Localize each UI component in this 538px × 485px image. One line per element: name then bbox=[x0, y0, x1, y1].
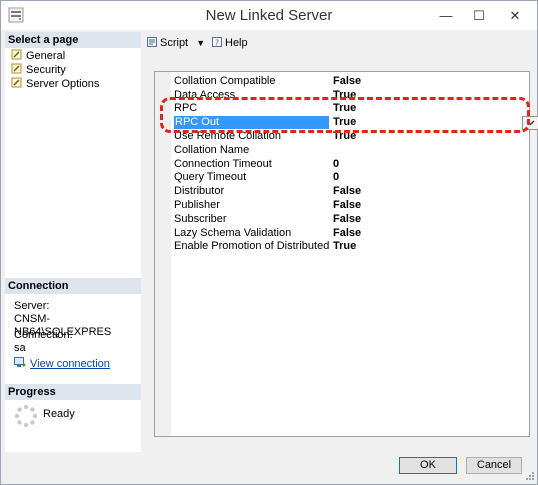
property-name: Collation Compatible bbox=[174, 75, 276, 87]
page-item-label: General bbox=[26, 50, 66, 62]
resize-grip-icon[interactable] bbox=[523, 469, 535, 481]
connection-header: Connection bbox=[5, 278, 141, 294]
property-value[interactable]: False bbox=[333, 227, 493, 240]
page-item-security[interactable]: Security bbox=[11, 63, 66, 77]
view-connection-icon bbox=[14, 357, 26, 367]
title-bar: New Linked Server — ☐ ✕ bbox=[1, 1, 537, 30]
progress-header: Progress bbox=[5, 384, 141, 400]
help-label: Help bbox=[225, 37, 248, 49]
ok-button[interactable]: OK bbox=[399, 457, 457, 474]
view-connection-label[interactable]: View connection bbox=[30, 358, 110, 370]
page-item-label: Security bbox=[26, 64, 66, 76]
property-value[interactable]: False bbox=[333, 185, 493, 198]
wrench-page-icon bbox=[11, 63, 22, 74]
property-row-collation-name[interactable]: Collation Name bbox=[174, 144, 529, 157]
property-name: Lazy Schema Validation bbox=[174, 227, 292, 239]
page-item-label: Server Options bbox=[26, 78, 100, 90]
page-item-general[interactable]: General bbox=[11, 49, 65, 63]
property-row-query-timeout[interactable]: Query Timeout 0 bbox=[174, 171, 529, 184]
script-label: Script bbox=[160, 37, 189, 49]
chevron-down-icon[interactable]: ▼ bbox=[196, 38, 205, 48]
property-row-connection-timeout[interactable]: Connection Timeout 0 bbox=[174, 158, 529, 171]
property-row-collation-compatible[interactable]: Collation Compatible False bbox=[174, 75, 529, 88]
property-value[interactable]: True bbox=[333, 89, 493, 102]
property-row-distributor[interactable]: Distributor False bbox=[174, 185, 529, 198]
property-name: Distributor bbox=[174, 185, 225, 197]
new-linked-server-window: New Linked Server — ☐ ✕ Select a page Ge… bbox=[0, 0, 538, 485]
property-row-data-access[interactable]: Data Access True bbox=[174, 89, 529, 102]
property-row-publisher[interactable]: Publisher False bbox=[174, 199, 529, 212]
server-label: Server: bbox=[14, 300, 50, 312]
property-name: Publisher bbox=[174, 199, 220, 211]
property-value[interactable]: False bbox=[333, 75, 493, 88]
toolbar: Script ▼ ? Help bbox=[142, 32, 535, 56]
script-icon bbox=[147, 37, 157, 47]
property-grid: Collation Compatible False Data Access T… bbox=[154, 71, 538, 437]
property-name: Data Access bbox=[174, 89, 236, 101]
script-button[interactable]: Script ▼ bbox=[146, 36, 205, 50]
connection-value: sa bbox=[14, 342, 26, 354]
property-row-use-remote-collation[interactable]: Use Remote Collation True bbox=[174, 130, 529, 143]
chevron-down-icon bbox=[526, 120, 535, 126]
property-value[interactable]: 0 bbox=[333, 158, 493, 171]
maximize-button[interactable]: ☐ bbox=[464, 1, 494, 30]
close-button[interactable]: ✕ bbox=[495, 1, 535, 30]
property-value[interactable]: False bbox=[333, 199, 493, 212]
property-row-rpc[interactable]: RPC True bbox=[174, 102, 529, 115]
svg-text:?: ? bbox=[215, 39, 219, 48]
help-icon: ? bbox=[212, 37, 222, 48]
property-value[interactable]: False bbox=[333, 213, 493, 226]
property-grid-gutter bbox=[155, 72, 171, 436]
left-panel: Select a page General Security Server Op… bbox=[5, 32, 141, 452]
property-name: RPC Out bbox=[174, 116, 329, 129]
property-row-enable-promotion[interactable]: Enable Promotion of Distributed True bbox=[174, 240, 529, 253]
select-page-header: Select a page bbox=[5, 32, 141, 48]
value-dropdown-button[interactable] bbox=[522, 116, 538, 130]
property-row-lazy-schema-validation[interactable]: Lazy Schema Validation False bbox=[174, 227, 529, 240]
property-value[interactable]: True bbox=[333, 240, 493, 253]
property-row-rpc-out[interactable]: RPC Out True bbox=[174, 116, 538, 130]
help-button[interactable]: ? Help bbox=[211, 36, 248, 50]
connection-label: Connection: bbox=[14, 329, 73, 341]
minimize-button[interactable]: — bbox=[431, 1, 461, 30]
property-name: RPC bbox=[174, 102, 198, 114]
property-value[interactable]: True bbox=[333, 130, 493, 143]
progress-spinner-icon bbox=[14, 404, 38, 428]
property-value[interactable]: 0 bbox=[333, 171, 493, 184]
cancel-button[interactable]: Cancel bbox=[466, 457, 522, 474]
progress-status: Ready bbox=[43, 408, 75, 420]
wrench-page-icon bbox=[11, 49, 22, 60]
page-item-server-options[interactable]: Server Options bbox=[11, 77, 99, 91]
property-name: Collation Name bbox=[174, 144, 250, 156]
property-name: Query Timeout bbox=[174, 171, 247, 183]
property-name: Enable Promotion of Distributed bbox=[174, 240, 329, 252]
property-value[interactable]: True bbox=[333, 102, 493, 115]
property-name: Subscriber bbox=[174, 213, 227, 225]
view-connection-link[interactable]: View connection bbox=[14, 357, 110, 371]
property-name: Connection Timeout bbox=[174, 158, 272, 170]
property-row-subscriber[interactable]: Subscriber False bbox=[174, 213, 529, 226]
wrench-page-icon bbox=[11, 77, 22, 88]
property-value[interactable]: True bbox=[333, 116, 493, 129]
property-name: Use Remote Collation bbox=[174, 130, 281, 142]
